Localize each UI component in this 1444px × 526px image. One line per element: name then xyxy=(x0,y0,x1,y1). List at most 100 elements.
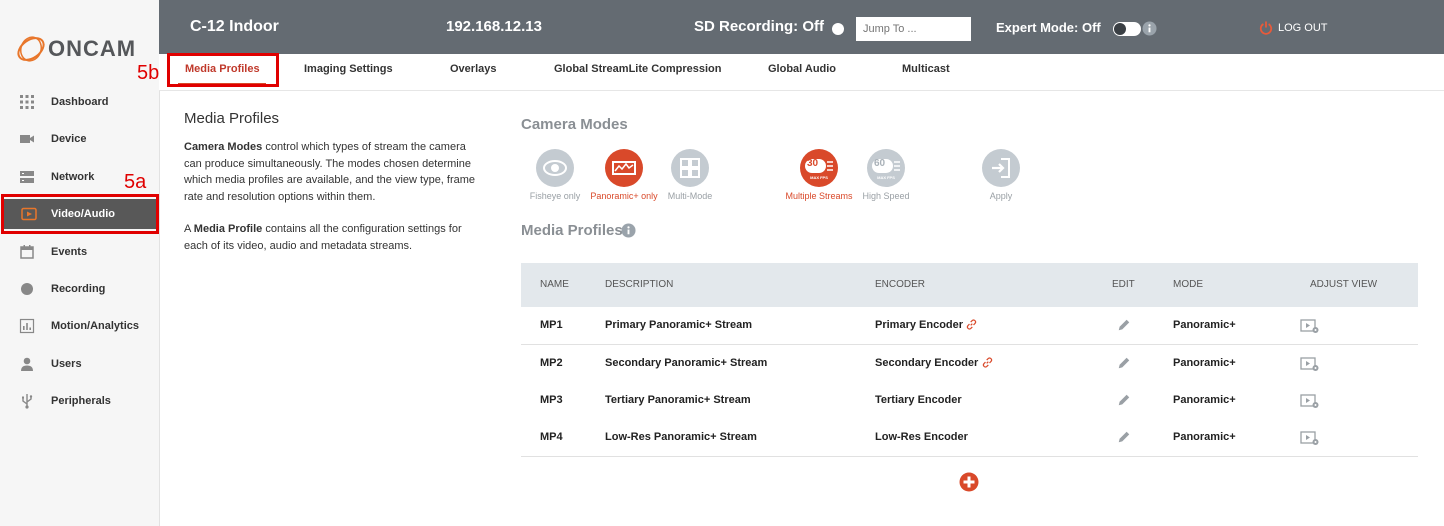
col-encoder: ENCODER xyxy=(875,279,926,290)
annotation-box-5a xyxy=(1,194,159,234)
row-mode: Panoramic+ xyxy=(1173,394,1236,406)
info-camera-modes-term: Camera Modes xyxy=(184,141,263,153)
sidebar-item-label: Network xyxy=(51,171,95,183)
row-name: MP4 xyxy=(540,431,563,443)
row-name: MP3 xyxy=(540,394,563,406)
row-description: Low-Res Panoramic+ Stream xyxy=(605,431,757,443)
tab-imaging-settings[interactable]: Imaging Settings xyxy=(304,63,393,75)
adjust-view-icon[interactable] xyxy=(1300,318,1320,334)
info-icon[interactable] xyxy=(1142,21,1157,36)
device-name: C-12 Indoor xyxy=(190,18,279,35)
row-mode: Panoramic+ xyxy=(1173,357,1236,369)
camera-icon xyxy=(20,135,34,143)
link-icon[interactable] xyxy=(965,318,978,331)
col-edit: EDIT xyxy=(1112,279,1135,290)
sidebar-item-recording[interactable]: Recording xyxy=(0,274,159,304)
pencil-icon[interactable] xyxy=(1117,318,1131,332)
info-media-profile-term: Media Profile xyxy=(193,223,263,235)
grid-icon xyxy=(20,95,34,109)
speed-high-speed[interactable]: 60 MAX FPS High Speed xyxy=(846,149,926,201)
annotation-5b: 5b xyxy=(137,62,160,84)
sidebar-item-label: Dashboard xyxy=(51,96,109,108)
sidebar-item-peripherals[interactable]: Peripherals xyxy=(0,386,159,416)
user-icon xyxy=(21,357,33,371)
table-row[interactable]: MP4 Low-Res Panoramic+ Stream Low-Res En… xyxy=(521,419,1418,457)
row-description: Primary Panoramic+ Stream xyxy=(605,319,753,331)
sidebar-item-label: Users xyxy=(51,358,82,370)
mode-fisheye-only[interactable]: Fisheye only xyxy=(515,149,595,201)
sidebar-item-motion-analytics[interactable]: Motion/Analytics xyxy=(0,311,159,341)
annotation-box-5b xyxy=(167,53,279,87)
expert-mode-toggle[interactable] xyxy=(1113,22,1141,36)
row-description: Tertiary Panoramic+ Stream xyxy=(605,394,751,406)
col-mode: MODE xyxy=(1173,279,1203,290)
fps-60-value: 60 xyxy=(874,158,886,169)
row-name: MP2 xyxy=(540,357,563,369)
jump-to-input[interactable] xyxy=(856,17,971,41)
media-profiles-title: Media Profiles xyxy=(521,222,623,239)
add-profile-button[interactable] xyxy=(959,472,979,492)
row-encoder[interactable]: Tertiary Encoder xyxy=(875,394,962,406)
oncam-logo-icon xyxy=(17,36,45,62)
sidebar-item-label: Peripherals xyxy=(51,395,111,407)
speed-high-label: High Speed xyxy=(862,191,910,201)
adjust-view-icon[interactable] xyxy=(1300,430,1320,446)
tab-overlays[interactable]: Overlays xyxy=(450,63,496,75)
sidebar-item-label: Device xyxy=(51,133,87,145)
camera-modes-title: Camera Modes xyxy=(521,116,628,133)
mode-fisheye-label: Fisheye only xyxy=(529,191,581,201)
info-icon[interactable] xyxy=(621,223,636,238)
table-row[interactable]: MP1 Primary Panoramic+ Stream Primary En… xyxy=(521,307,1418,345)
sidebar: ONCAM Dashboard Device Network Video/Aud… xyxy=(0,0,160,526)
mode-multi-mode[interactable]: Multi-Mode xyxy=(650,149,730,201)
table-row[interactable]: MP2 Secondary Panoramic+ Stream Secondar… xyxy=(521,345,1418,383)
sidebar-item-label: Recording xyxy=(51,283,106,295)
logout-label: LOG OUT xyxy=(1278,22,1328,34)
panoramic-icon xyxy=(612,161,636,175)
apply-icon xyxy=(992,158,1010,178)
top-bar: C-12 Indoor 192.168.12.13 SD Recording: … xyxy=(159,0,1444,54)
sidebar-item-device[interactable]: Device xyxy=(0,124,159,154)
adjust-view-icon[interactable] xyxy=(1300,356,1320,372)
pencil-icon[interactable] xyxy=(1117,430,1131,444)
mode-multi-label: Multi-Mode xyxy=(667,191,713,201)
col-description: DESCRIPTION xyxy=(605,279,674,290)
sidebar-item-events[interactable]: Events xyxy=(0,237,159,267)
sidebar-item-dashboard[interactable]: Dashboard xyxy=(0,87,159,117)
logout-button[interactable]: LOG OUT xyxy=(1259,19,1328,37)
pencil-icon[interactable] xyxy=(1117,356,1131,370)
row-description: Secondary Panoramic+ Stream xyxy=(605,357,768,369)
calendar-icon xyxy=(20,245,34,259)
sidebar-item-label: Events xyxy=(51,246,88,258)
sd-recording-status: SD Recording: Off xyxy=(694,18,824,35)
table-header: NAME DESCRIPTION ENCODER EDIT MODE ADJUS… xyxy=(521,263,1418,307)
table-row[interactable]: MP3 Tertiary Panoramic+ Stream Tertiary … xyxy=(521,382,1418,420)
sidebar-item-users[interactable]: Users xyxy=(0,349,159,379)
info-media-profile-text: A Media Profile contains all the configu… xyxy=(184,221,484,254)
sd-recording-toggle[interactable] xyxy=(832,23,844,35)
info-title: Media Profiles xyxy=(184,110,280,127)
tab-global-streamlite-compression[interactable]: Global StreamLite Compression xyxy=(554,63,721,75)
power-icon xyxy=(1259,21,1273,35)
record-icon xyxy=(21,283,33,295)
tab-multicast[interactable]: Multicast xyxy=(902,63,950,75)
row-encoder[interactable]: Low-Res Encoder xyxy=(875,431,968,443)
logo-text: ONCAM xyxy=(48,36,137,61)
fisheye-icon xyxy=(543,160,567,176)
pencil-icon[interactable] xyxy=(1117,393,1131,407)
col-name: NAME xyxy=(540,279,569,290)
row-mode: Panoramic+ xyxy=(1173,431,1236,443)
adjust-view-icon[interactable] xyxy=(1300,393,1320,409)
chart-icon xyxy=(19,318,35,334)
multi-mode-icon xyxy=(680,158,700,178)
row-encoder[interactable]: Primary Encoder xyxy=(875,319,963,331)
oncam-logo: ONCAM xyxy=(14,30,154,66)
tab-global-audio[interactable]: Global Audio xyxy=(768,63,836,75)
sidebar-item-label: Motion/Analytics xyxy=(51,320,140,332)
apply-button[interactable]: Apply xyxy=(961,149,1041,201)
row-encoder[interactable]: Secondary Encoder xyxy=(875,357,978,369)
info-camera-modes-text: Camera Modes control which types of stre… xyxy=(184,139,484,205)
apply-label: Apply xyxy=(989,191,1013,201)
link-icon[interactable] xyxy=(981,356,994,369)
fps-60-sub: MAX FPS xyxy=(877,175,895,180)
